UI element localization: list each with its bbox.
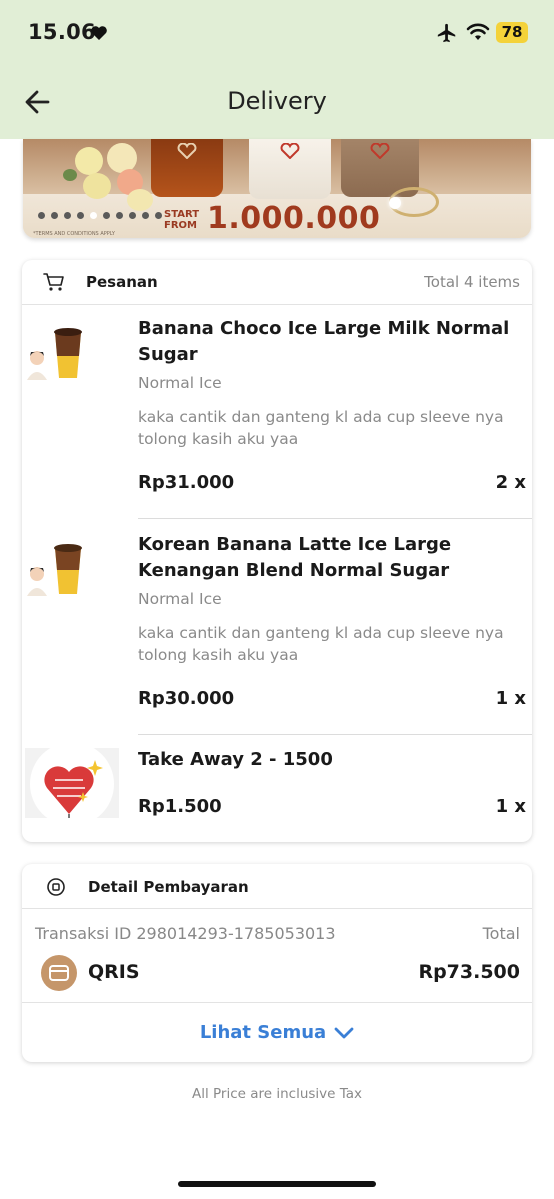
item-name: Take Away 2 - 1500 xyxy=(138,749,333,770)
coffee-cup-image xyxy=(249,139,331,199)
total-label: Total xyxy=(482,924,520,943)
promo-start-label: START FROM xyxy=(164,209,200,231)
payment-method: QRIS xyxy=(88,961,140,983)
app-header: Delivery xyxy=(0,66,554,139)
qris-card-icon xyxy=(41,955,77,991)
payment-detail-icon xyxy=(47,878,65,896)
item-quantity: 2 x xyxy=(495,472,526,493)
battery-indicator: 78 xyxy=(496,22,528,43)
carousel-dot[interactable] xyxy=(129,212,136,219)
item-price: Rp30.000 xyxy=(138,688,235,709)
airplane-icon xyxy=(437,23,456,43)
see-all-button[interactable]: Lihat Semua xyxy=(22,1022,532,1043)
ring-gem xyxy=(389,197,401,209)
carousel-dot[interactable] xyxy=(103,212,110,219)
payment-divider xyxy=(22,1002,532,1003)
item-price: Rp1.500 xyxy=(138,796,222,817)
promo-amount: 1.000.000 xyxy=(207,201,381,236)
page-title: Delivery xyxy=(227,87,327,115)
item-price: Rp31.000 xyxy=(138,472,235,493)
product-image xyxy=(27,328,82,380)
item-divider xyxy=(138,518,532,519)
payment-card-header: Detail Pembayaran xyxy=(22,864,532,909)
carousel-dot[interactable] xyxy=(90,212,97,219)
status-time: 15.06 xyxy=(28,20,96,44)
tax-note: All Price are inclusive Tax xyxy=(191,1086,363,1102)
take-away-heart-image xyxy=(25,748,119,818)
total-amount: Rp73.500 xyxy=(418,961,520,983)
cart-icon xyxy=(43,273,64,291)
product-image xyxy=(27,544,82,596)
item-divider xyxy=(138,734,532,735)
flower-image xyxy=(63,169,77,181)
item-name: Korean Banana Latte Ice Large Kenangan B… xyxy=(138,534,452,581)
carousel-dot[interactable] xyxy=(155,212,162,219)
order-card: Pesanan Total 4 items Banana Choco Ice L… xyxy=(22,260,532,842)
home-indicator[interactable] xyxy=(178,1181,376,1187)
carousel-dot[interactable] xyxy=(51,212,58,219)
coffee-cup-image xyxy=(151,139,223,197)
flower-image xyxy=(127,189,153,211)
item-note: kaka cantik dan ganteng kl ada cup sleev… xyxy=(138,408,504,448)
item-quantity: 1 x xyxy=(495,688,526,709)
item-variant: Normal Ice xyxy=(138,590,222,608)
payment-card: Detail Pembayaran Transaksi ID 298014293… xyxy=(22,864,532,1062)
chevron-down-icon xyxy=(334,1027,354,1039)
flower-image xyxy=(75,147,103,175)
carousel-dots[interactable] xyxy=(38,212,162,219)
heart-icon xyxy=(91,26,107,40)
carousel-dot[interactable] xyxy=(77,212,84,219)
carousel-dot[interactable] xyxy=(38,212,45,219)
item-quantity: 1 x xyxy=(495,796,526,817)
carousel-dot[interactable] xyxy=(64,212,71,219)
flower-image xyxy=(83,173,111,199)
order-card-header: Pesanan Total 4 items xyxy=(22,260,532,305)
item-note: kaka cantik dan ganteng kl ada cup sleev… xyxy=(138,624,504,664)
promo-fine-print: *TERMS AND CONDITIONS APPLY xyxy=(33,231,115,237)
payment-title: Detail Pembayaran xyxy=(88,878,249,896)
promo-banner[interactable]: START FROM 1.000.000 *TERMS AND CONDITIO… xyxy=(23,139,531,238)
transaction-id: Transaksi ID 298014293-1785053013 xyxy=(35,924,336,943)
item-name: Banana Choco Ice Large Milk Normal Sugar xyxy=(138,318,510,365)
order-title: Pesanan xyxy=(86,273,158,291)
item-variant: Normal Ice xyxy=(138,374,222,392)
carousel-dot[interactable] xyxy=(116,212,123,219)
carousel-dot[interactable] xyxy=(142,212,149,219)
status-bar: 15.06 78 xyxy=(0,0,554,66)
wifi-icon xyxy=(466,23,490,40)
order-total-items: Total 4 items xyxy=(424,273,520,291)
see-all-label: Lihat Semua xyxy=(199,1022,327,1043)
